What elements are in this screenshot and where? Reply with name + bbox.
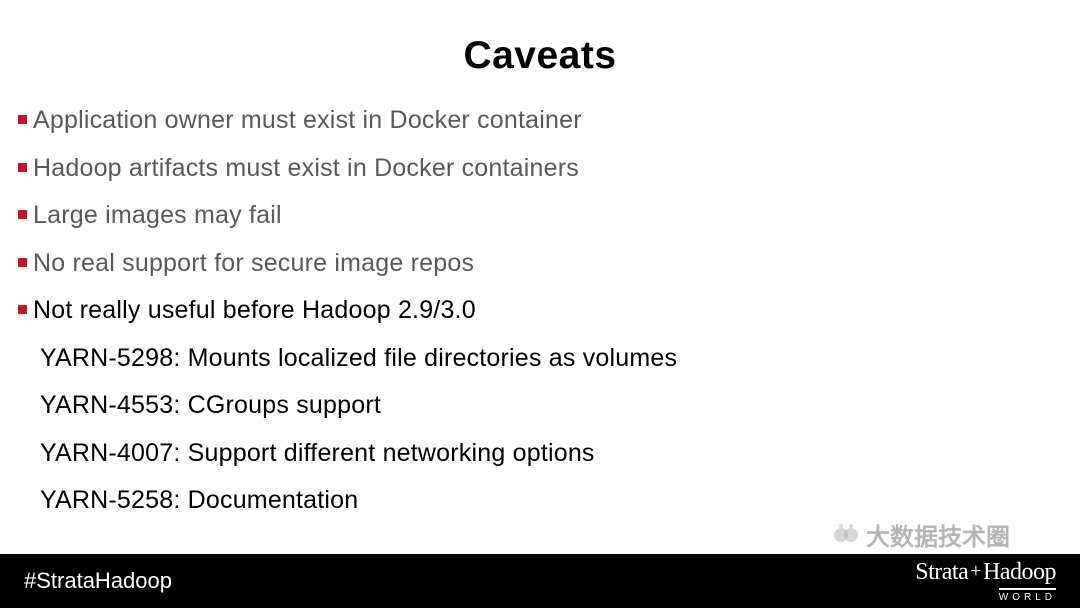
watermark-text: 大数据技术圈 xyxy=(866,517,1010,552)
slide: Caveats Application owner must exist in … xyxy=(0,0,1080,608)
brand-part-b: Hadoop xyxy=(983,559,1056,586)
footer-hashtag: #StrataHadoop xyxy=(24,568,172,594)
sub-item: YARN-4007: Support different networking … xyxy=(18,437,1062,470)
footer-brand: Strata + Hadoop WORLD xyxy=(915,559,1056,603)
brand-subtitle: WORLD xyxy=(999,588,1056,603)
watermark: 大数据技术圈 xyxy=(834,517,1010,552)
bullet-text: Large images may fail xyxy=(33,199,282,232)
sub-text: YARN-4553: CGroups support xyxy=(40,389,1062,422)
plus-icon: + xyxy=(968,560,983,583)
sub-item: YARN-5258: Documentation xyxy=(18,484,1062,517)
bullet-item: Hadoop artifacts must exist in Docker co… xyxy=(18,152,1062,185)
slide-title: Caveats xyxy=(0,0,1080,78)
bullet-marker-icon xyxy=(18,305,27,314)
sub-item: YARN-4553: CGroups support xyxy=(18,389,1062,422)
brand-part-a: Strata xyxy=(915,559,968,586)
bullet-marker-icon xyxy=(18,210,27,219)
wechat-icon xyxy=(834,524,860,546)
bullet-text: Not really useful before Hadoop 2.9/3.0 xyxy=(33,294,476,327)
bullet-item: Not really useful before Hadoop 2.9/3.0 xyxy=(18,294,1062,327)
bullet-item: No real support for secure image repos xyxy=(18,247,1062,280)
slide-content: Application owner must exist in Docker c… xyxy=(0,78,1080,517)
sub-item: YARN-5298: Mounts localized file directo… xyxy=(18,342,1062,375)
bullet-item: Application owner must exist in Docker c… xyxy=(18,104,1062,137)
bullet-text: Hadoop artifacts must exist in Docker co… xyxy=(33,152,579,185)
bullet-marker-icon xyxy=(18,115,27,124)
bullet-marker-icon xyxy=(18,258,27,267)
brand-logo: Strata + Hadoop xyxy=(915,559,1056,586)
footer-bar: #StrataHadoop Strata + Hadoop WORLD xyxy=(0,554,1080,608)
bullet-text: Application owner must exist in Docker c… xyxy=(33,104,582,137)
sub-text: YARN-4007: Support different networking … xyxy=(40,437,1062,470)
bullet-marker-icon xyxy=(18,163,27,172)
sub-text: YARN-5258: Documentation xyxy=(40,484,1062,517)
bullet-text: No real support for secure image repos xyxy=(33,247,474,280)
bullet-item: Large images may fail xyxy=(18,199,1062,232)
sub-text: YARN-5298: Mounts localized file directo… xyxy=(40,342,1062,375)
